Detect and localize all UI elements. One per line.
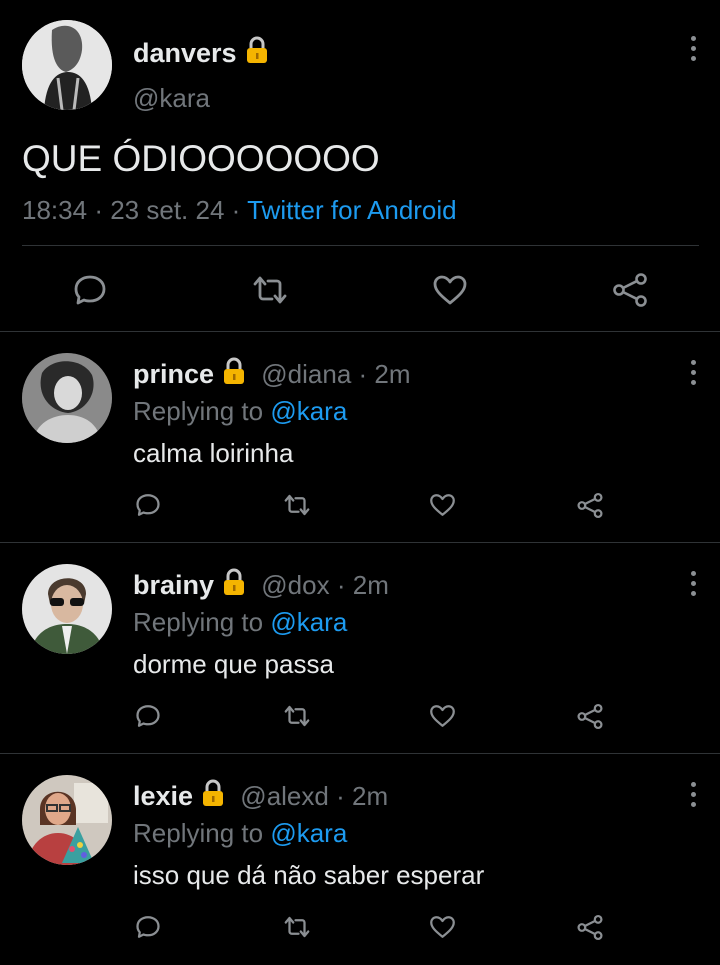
tweet-text: QUE ÓDIOOOOOOO (22, 138, 380, 179)
reply-author-line: brainy @dox · 2m (133, 568, 389, 603)
reply-author-line: lexie @alexd · 2m (133, 779, 388, 814)
divider (0, 331, 720, 332)
handle[interactable]: @diana (261, 359, 351, 389)
display-name[interactable]: brainy (133, 570, 214, 600)
handle[interactable]: @alexd (240, 781, 329, 811)
avatar-image (22, 20, 112, 110)
comment-icon[interactable] (132, 912, 164, 942)
meta-separator: · (336, 781, 345, 811)
lock-icon (222, 357, 246, 392)
avatar-prince[interactable] (22, 353, 112, 443)
handle[interactable]: @dox (261, 570, 329, 600)
display-name[interactable]: lexie (133, 781, 193, 811)
divider (0, 542, 720, 543)
avatar-danvers[interactable] (22, 20, 112, 110)
comment-icon[interactable] (132, 490, 164, 520)
lock-icon (222, 568, 246, 603)
meta-separator: · (94, 195, 103, 225)
meta-separator: · (231, 195, 241, 225)
retweet-icon[interactable] (250, 270, 290, 310)
tweet-meta: 18:34 · 23 set. 24 · Twitter for Android (22, 195, 457, 226)
display-name[interactable]: danvers (133, 38, 237, 68)
author-line: danvers (133, 36, 269, 69)
avatar-image (22, 775, 112, 865)
retweet-icon[interactable] (280, 701, 314, 731)
reply-time: 2m (352, 781, 389, 811)
reply-text: dorme que passa (133, 649, 334, 679)
heart-icon[interactable] (430, 270, 470, 310)
lock-icon (245, 36, 269, 69)
avatar-image (22, 353, 112, 443)
avatar-brainy[interactable] (22, 564, 112, 654)
replying-handle-link[interactable]: @kara (270, 607, 347, 637)
heart-icon[interactable] (426, 490, 458, 520)
heart-icon[interactable] (426, 701, 458, 731)
display-name[interactable]: prince (133, 359, 214, 389)
divider (0, 753, 720, 754)
share-icon[interactable] (574, 490, 606, 520)
more-vertical-icon[interactable] (689, 782, 697, 807)
meta-separator: · (336, 570, 346, 600)
more-vertical-icon[interactable] (689, 36, 697, 61)
tweet-date: 23 set. 24 (110, 195, 225, 225)
tweet-source-link[interactable]: Twitter for Android (247, 195, 457, 225)
heart-icon[interactable] (426, 912, 458, 942)
replying-handle-link[interactable]: @kara (270, 396, 347, 426)
avatar-lexie[interactable] (22, 775, 112, 865)
replying-prefix: Replying to (133, 396, 264, 426)
handle[interactable]: @kara (133, 83, 210, 114)
reply-time: 2m (352, 570, 389, 600)
replying-to: Replying to @kara (133, 607, 347, 638)
retweet-icon[interactable] (280, 912, 314, 942)
avatar-image (22, 564, 112, 654)
tweet-time: 18:34 (22, 195, 88, 225)
share-icon[interactable] (574, 912, 606, 942)
replying-handle-link[interactable]: @kara (270, 818, 347, 848)
reply-time: 2m (374, 359, 411, 389)
replying-prefix: Replying to (133, 607, 264, 637)
comment-icon[interactable] (70, 270, 110, 310)
meta-separator: · (358, 359, 368, 389)
share-icon[interactable] (574, 701, 606, 731)
lock-icon (201, 779, 225, 814)
replying-to: Replying to @kara (133, 396, 347, 427)
reply-text: calma loirinha (133, 438, 294, 468)
retweet-icon[interactable] (280, 490, 314, 520)
replying-to: Replying to @kara (133, 818, 347, 849)
more-vertical-icon[interactable] (689, 571, 697, 596)
share-icon[interactable] (610, 270, 650, 310)
reply-text: isso que dá não saber esperar (133, 860, 485, 890)
more-vertical-icon[interactable] (689, 360, 697, 385)
divider (22, 245, 699, 246)
comment-icon[interactable] (132, 701, 164, 731)
reply-author-line: prince @diana · 2m (133, 357, 411, 392)
replying-prefix: Replying to (133, 818, 264, 848)
